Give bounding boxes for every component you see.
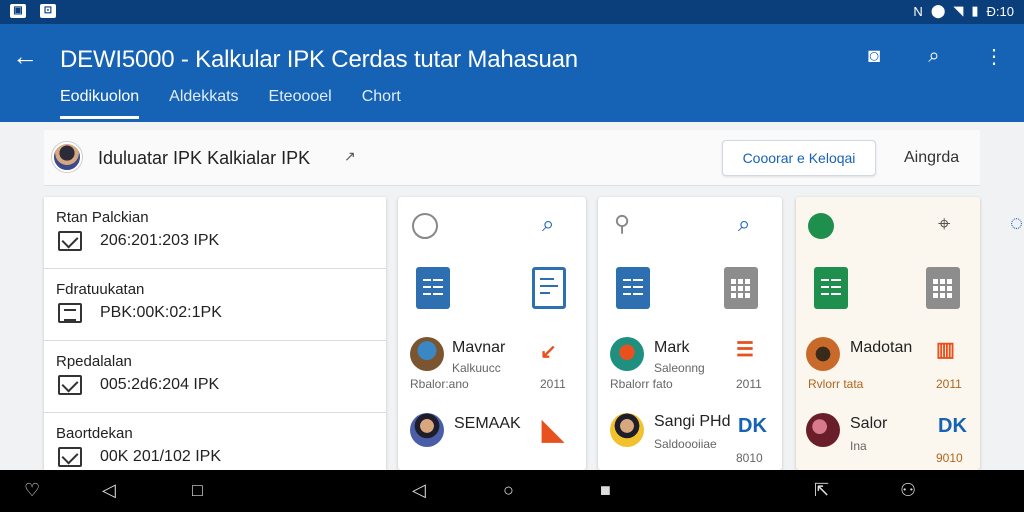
heart-icon[interactable]: ♡ (24, 480, 40, 500)
row-subtitle: Ina (850, 439, 867, 453)
timer-icon (412, 213, 438, 239)
row-subtitle: Saleonng (654, 361, 705, 375)
assistant-icon[interactable]: ⚇ (900, 480, 916, 500)
navigation-bar: ♡ ◁ □ ◁ ○ ■ ⇱ ⚇ (0, 470, 1024, 512)
partial-card-icon: ◌ (1010, 210, 1024, 235)
expand-icon[interactable]: ↗ (344, 148, 356, 165)
content-toolbar: Iduluatar IPK Kalkialar IPK ↗ Cooorar e … (44, 130, 980, 186)
list-item-title: Rtan Palckian (56, 209, 149, 226)
calculator-card[interactable]: ⌖ Madotan Rvlorr tata ▥ 2011 Salor Ina D… (796, 197, 980, 470)
row-number: 2011 (936, 377, 962, 391)
more-vert-icon[interactable]: ⋮ (964, 38, 1024, 74)
envelope-icon (58, 231, 82, 251)
home-icon[interactable]: ○ (503, 480, 514, 500)
calculator-card[interactable]: ⌕ Mavnar Kalkuucc Rbalor:ano ↙ 2011 SEMA… (398, 197, 586, 470)
search-icon[interactable]: ⌕ (738, 211, 750, 237)
contact-icon[interactable]: ◙ (844, 38, 904, 74)
cast-icon: ⊡ (40, 4, 56, 18)
list-item[interactable]: Rpedalalan 005:2d6:204 IPK (44, 341, 386, 413)
close-icon: DK (938, 415, 967, 437)
row-subtitle: Saldoooiiae (654, 437, 717, 451)
avatar (610, 337, 644, 371)
link-icon: ⚲ (614, 211, 631, 236)
list-item-value: 005:2d6:204 IPK (100, 376, 220, 393)
spreadsheet-icon (814, 267, 848, 309)
avatar (806, 337, 840, 371)
grid-icon: ▥ (936, 339, 955, 361)
primary-action-button[interactable]: Cooorar e Keloqai (722, 140, 876, 176)
row-subtitle-2: Rvlorr tata (808, 377, 864, 391)
tab-eteoooel[interactable]: Eteoooel (269, 88, 332, 119)
recents-icon[interactable]: ■ (600, 480, 611, 500)
list-item-title: Fdratuukatan (56, 281, 145, 298)
close-icon: DK (738, 415, 767, 437)
list-item-value: PBK:00K:02:1PK (100, 304, 222, 321)
search-icon[interactable]: ⌕ (904, 38, 964, 74)
tab-chort[interactable]: Chort (362, 88, 401, 119)
envelope-icon (58, 447, 82, 467)
tab-bar: Eodikuolon Aldekkats Eteoooel Chort (60, 88, 401, 119)
app-bar: ← DEWI5000 - Kalkular IPK Cerdas tutar M… (0, 24, 1024, 122)
row-number: 2011 (736, 377, 762, 391)
row-number: 8010 (736, 451, 763, 465)
checklist-icon (532, 267, 566, 309)
list-item-title: Baortdekan (56, 425, 133, 442)
location-icon: ⬤ (930, 3, 946, 18)
scan-icon[interactable]: ⌖ (938, 211, 950, 237)
list-item-value: 206:201:203 IPK (100, 232, 220, 249)
toolbar-link[interactable]: Aingrda (904, 149, 959, 167)
row-name: Salor (850, 415, 888, 432)
calculator-icon (724, 267, 758, 309)
status-bar: ▣ ⊡ N ⬤ ◥ ▮ Ð:10 (0, 0, 1024, 24)
battery-icon: ▮ (971, 3, 979, 18)
search-icon[interactable]: ⌕ (542, 211, 554, 237)
triangle-icon: ◣ (542, 414, 564, 445)
back-icon[interactable]: ◁ (412, 480, 426, 500)
list-icon: ☰ (736, 339, 754, 361)
list-item-title: Rpedalalan (56, 353, 132, 370)
tab-eodikuolon[interactable]: Eodikuolon (60, 88, 140, 119)
document-icon (416, 267, 450, 309)
avatar[interactable] (52, 142, 82, 172)
share-icon[interactable]: ⇱ (814, 480, 829, 500)
gallery-icon: ▣ (10, 4, 26, 18)
avatar (410, 413, 444, 447)
toolbar-title: Iduluatar IPK Kalkialar IPK (98, 148, 311, 168)
calculator-card[interactable]: ⚲ ⌕ Mark Saleonng Rbalorr fato ☰ 2011 Sa… (598, 197, 782, 470)
avatar (806, 413, 840, 447)
row-subtitle-2: Rbalor:ano (410, 377, 469, 391)
chat-icon (808, 213, 834, 239)
nfc-icon: N (913, 3, 923, 19)
square-icon[interactable]: □ (192, 480, 203, 500)
row-number: 9010 (936, 451, 963, 465)
back-arrow-icon[interactable]: ← (12, 42, 38, 70)
row-number: 2011 (540, 377, 566, 391)
back-icon[interactable]: ◁ (102, 480, 116, 500)
chart-icon: ↙ (540, 341, 557, 363)
spreadsheet-icon (616, 267, 650, 309)
list-item[interactable]: Baortdekan 00K 201/102 IPK (44, 413, 386, 470)
row-subtitle: Kalkuucc (452, 361, 501, 375)
app-title: DEWI5000 - Kalkular IPK Cerdas tutar Mah… (60, 46, 578, 73)
list-item-value: 00K 201/102 IPK (100, 448, 221, 465)
row-name: Mark (654, 339, 690, 356)
tab-aldekkats[interactable]: Aldekkats (169, 88, 238, 119)
row-name: SEMAAK (454, 415, 521, 432)
envelope-icon (58, 375, 82, 395)
result-list: Rtan Palckian 206:201:203 IPK Fdratuukat… (44, 197, 386, 470)
avatar (610, 413, 644, 447)
row-name: Sangi PHd (654, 413, 731, 430)
wifi-icon: ◥ (953, 3, 964, 18)
document-icon (58, 303, 82, 323)
list-item[interactable]: Rtan Palckian 206:201:203 IPK (44, 197, 386, 269)
status-time: Ð:10 (986, 3, 1014, 19)
avatar (410, 337, 444, 371)
list-item[interactable]: Fdratuukatan PBK:00K:02:1PK (44, 269, 386, 341)
row-name: Mavnar (452, 339, 506, 356)
row-name: Madotan (850, 339, 913, 356)
row-subtitle-2: Rbalorr fato (610, 377, 673, 391)
calculator-icon (926, 267, 960, 309)
